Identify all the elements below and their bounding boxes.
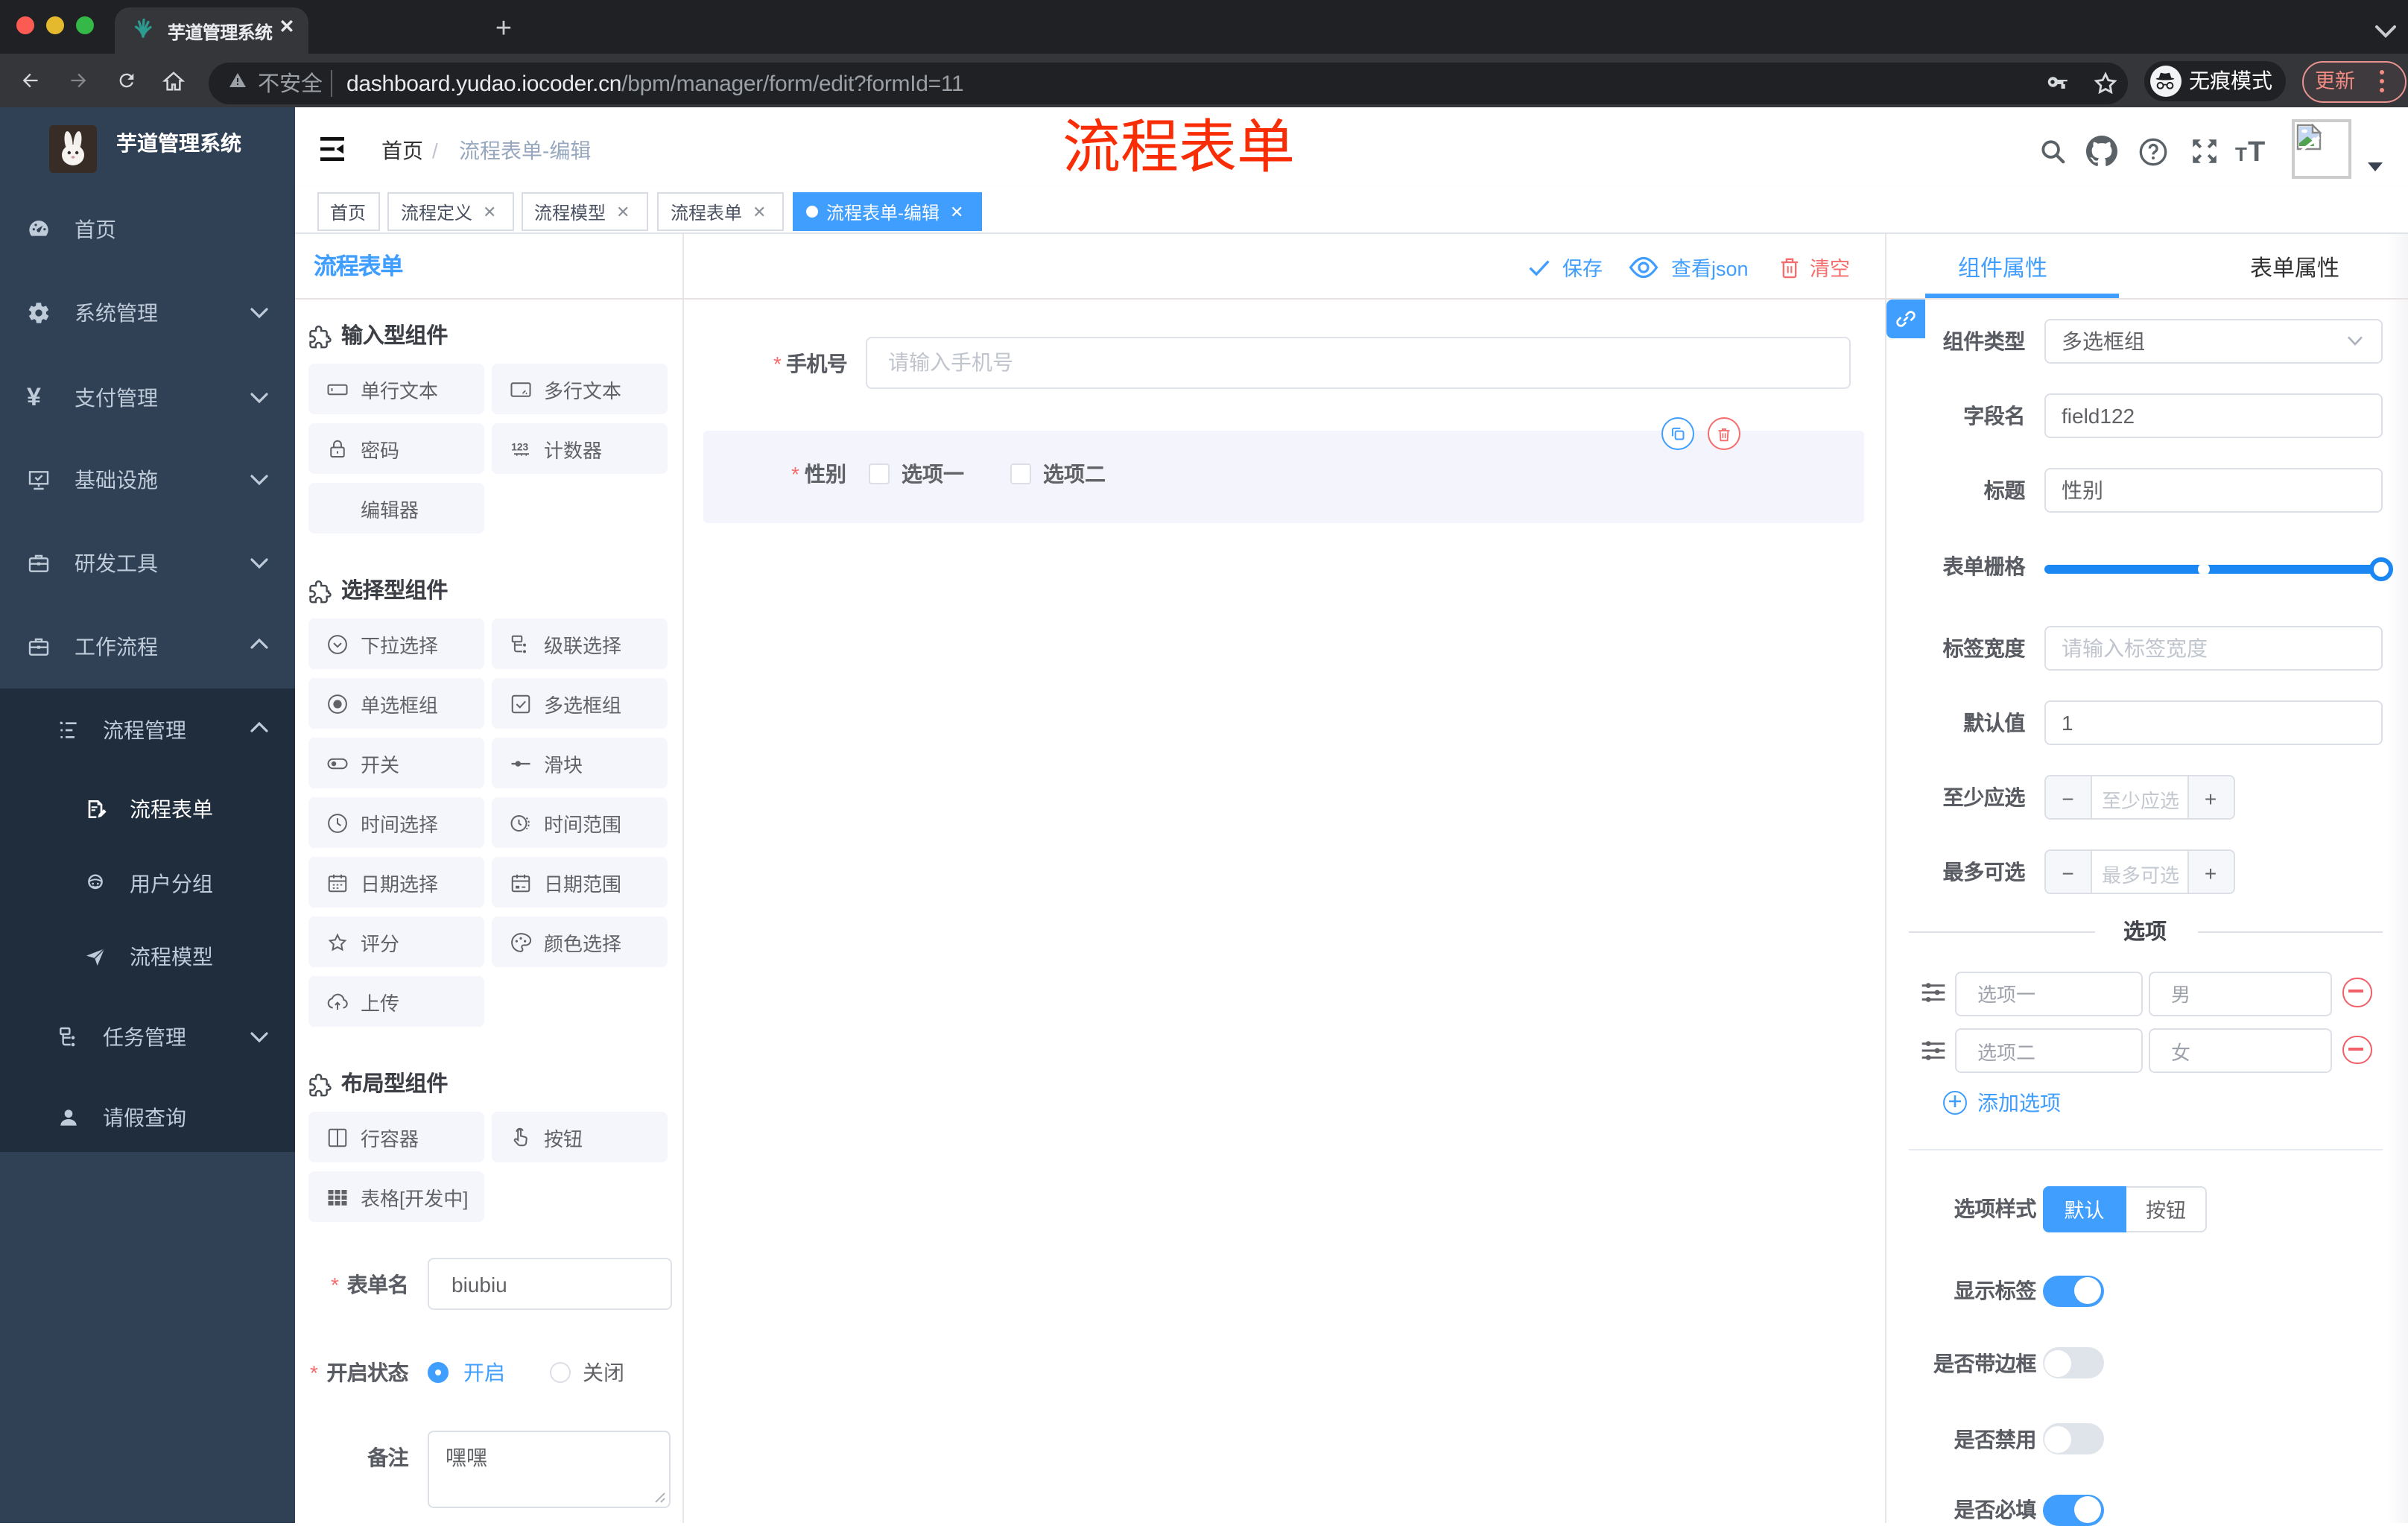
svg-text:123: 123: [511, 440, 528, 452]
svg-text:T: T: [2248, 137, 2265, 165]
svg-text:T: T: [2235, 143, 2247, 165]
